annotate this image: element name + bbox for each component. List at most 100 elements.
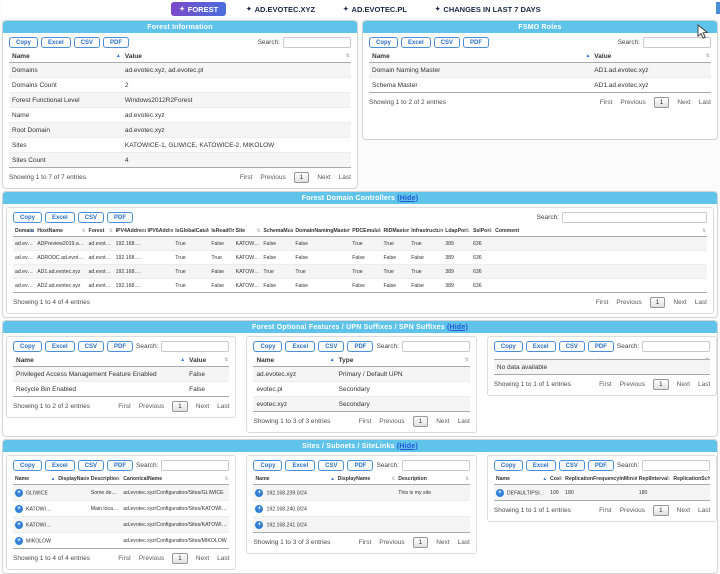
pagination-page-1[interactable]: 1: [654, 97, 670, 108]
search-input[interactable]: [161, 460, 229, 471]
excel-button[interactable]: Excel: [526, 341, 556, 352]
pdf-button[interactable]: PDF: [588, 341, 614, 352]
expand-row-icon[interactable]: +: [15, 505, 23, 513]
expand-row-icon[interactable]: +: [15, 537, 23, 545]
column-header[interactable]: ▲: [494, 355, 602, 360]
column-header[interactable]: Value⇅: [186, 355, 229, 367]
copy-button[interactable]: Copy: [369, 37, 398, 48]
pagination-first[interactable]: First: [600, 99, 613, 106]
expand-row-icon[interactable]: +: [255, 521, 263, 529]
expand-row-icon[interactable]: +: [496, 489, 504, 497]
pdf-button[interactable]: PDF: [588, 460, 614, 471]
pagination-next[interactable]: Next: [436, 539, 449, 546]
column-header[interactable]: Name▲: [494, 474, 548, 485]
pagination-last[interactable]: Last: [217, 555, 229, 562]
pagination-page-1[interactable]: 1: [653, 505, 669, 516]
search-input[interactable]: [562, 212, 707, 223]
pdf-button[interactable]: PDF: [347, 341, 373, 352]
pagination-first[interactable]: First: [599, 381, 612, 388]
column-header[interactable]: SslPort⇅: [471, 226, 493, 237]
expand-row-icon[interactable]: +: [15, 521, 23, 529]
copy-button[interactable]: Copy: [13, 341, 42, 352]
pagination-first[interactable]: First: [118, 403, 131, 410]
pagination-next[interactable]: Next: [196, 555, 209, 562]
pagination-next[interactable]: Next: [677, 381, 690, 388]
pagination-last[interactable]: Last: [217, 403, 229, 410]
pagination-first[interactable]: First: [359, 418, 372, 425]
pdf-button[interactable]: PDF: [107, 212, 133, 223]
pagination-page-1[interactable]: 1: [650, 297, 666, 308]
pagination-page-1[interactable]: 1: [653, 379, 669, 390]
pagination-last[interactable]: Last: [698, 507, 710, 514]
copy-button[interactable]: Copy: [13, 212, 42, 223]
pagination-first[interactable]: First: [599, 507, 612, 514]
column-header[interactable]: DisplayName⇅: [56, 474, 88, 485]
column-header[interactable]: DisplayName⇅: [336, 474, 397, 485]
csv-button[interactable]: CSV: [78, 212, 104, 223]
pdf-button[interactable]: PDF: [463, 37, 489, 48]
pagination-page-1[interactable]: 1: [413, 537, 429, 548]
column-header[interactable]: ReplInterval⇅: [637, 474, 672, 485]
column-header[interactable]: RIDMaster⇅: [381, 226, 409, 237]
column-header[interactable]: Name▲: [369, 51, 591, 63]
excel-button[interactable]: Excel: [45, 460, 75, 471]
column-header[interactable]: IPV6Address⇅: [146, 226, 174, 237]
pagination-first[interactable]: First: [596, 299, 609, 306]
excel-button[interactable]: Excel: [526, 460, 556, 471]
column-header[interactable]: Name▲: [253, 355, 335, 367]
search-input[interactable]: [402, 341, 470, 352]
scrollbar-thumb[interactable]: [716, 2, 720, 14]
tab-forest[interactable]: ✦ FOREST: [171, 2, 226, 16]
column-header[interactable]: CanonicalName⇅: [121, 474, 229, 485]
pdf-button[interactable]: PDF: [107, 341, 133, 352]
column-header[interactable]: Value⇅: [122, 51, 351, 63]
column-header[interactable]: Name▲: [13, 355, 186, 367]
column-header[interactable]: Comment⇅: [493, 226, 707, 237]
excel-button[interactable]: Excel: [41, 37, 71, 48]
copy-button[interactable]: Copy: [253, 460, 282, 471]
pagination-previous[interactable]: Previous: [139, 555, 164, 562]
copy-button[interactable]: Copy: [253, 341, 282, 352]
column-header[interactable]: Value⇅: [591, 51, 711, 63]
pagination-next[interactable]: Next: [677, 507, 690, 514]
excel-button[interactable]: Excel: [45, 212, 75, 223]
pagination-next[interactable]: Next: [673, 299, 686, 306]
pagination-previous[interactable]: Previous: [616, 299, 641, 306]
column-header[interactable]: IPV4Address⇅: [114, 226, 146, 237]
pagination-previous[interactable]: Previous: [379, 539, 404, 546]
search-input[interactable]: [283, 37, 351, 48]
pagination-last[interactable]: Last: [695, 299, 707, 306]
csv-button[interactable]: CSV: [78, 460, 104, 471]
csv-button[interactable]: CSV: [318, 460, 344, 471]
pagination-last[interactable]: Last: [339, 174, 351, 181]
column-header[interactable]: Description⇅: [89, 474, 121, 485]
hide-link[interactable]: (Hide): [397, 195, 418, 202]
pagination-next[interactable]: Next: [317, 174, 330, 181]
column-header[interactable]: InfrastructureMaster⇅: [409, 226, 443, 237]
column-header[interactable]: Site⇅: [234, 226, 262, 237]
column-header[interactable]: ReplicationSchedule⇅: [671, 474, 710, 485]
pagination-next[interactable]: Next: [436, 418, 449, 425]
pagination-last[interactable]: Last: [458, 539, 470, 546]
pagination-previous[interactable]: Previous: [379, 418, 404, 425]
pagination-first[interactable]: First: [240, 174, 253, 181]
pagination-previous[interactable]: Previous: [139, 403, 164, 410]
pagination-previous[interactable]: Previous: [260, 174, 285, 181]
expand-row-icon[interactable]: +: [255, 489, 263, 497]
excel-button[interactable]: Excel: [285, 341, 315, 352]
csv-button[interactable]: CSV: [78, 341, 104, 352]
pagination-page-1[interactable]: 1: [294, 172, 310, 183]
column-header[interactable]: Description⇅: [396, 474, 470, 485]
pagination-last[interactable]: Last: [699, 99, 711, 106]
copy-button[interactable]: Copy: [494, 341, 523, 352]
pagination-page-1[interactable]: 1: [413, 416, 429, 427]
pagination-next[interactable]: Next: [196, 403, 209, 410]
column-header[interactable]: Cost⇅: [548, 474, 563, 485]
search-input[interactable]: [642, 341, 710, 352]
pagination-previous[interactable]: Previous: [620, 99, 645, 106]
pdf-button[interactable]: PDF: [347, 460, 373, 471]
search-input[interactable]: [402, 460, 470, 471]
search-input[interactable]: [161, 341, 229, 352]
pagination-first[interactable]: First: [118, 555, 131, 562]
excel-button[interactable]: Excel: [285, 460, 315, 471]
